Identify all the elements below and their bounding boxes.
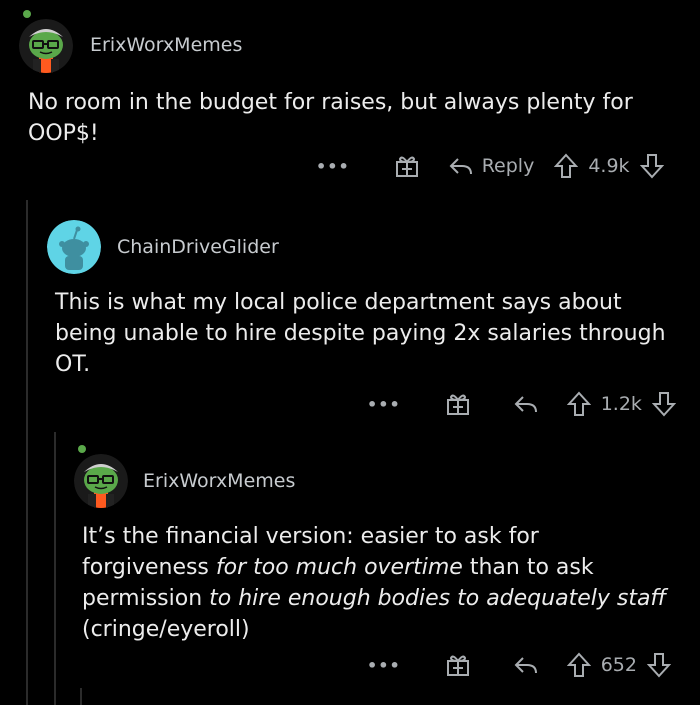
more-options-icon[interactable]: ••• (367, 656, 401, 675)
snoo-glasses-avatar-icon (74, 454, 128, 508)
comment-text: No room in the budget for raises, but al… (28, 90, 633, 146)
username[interactable]: ErixWorxMemes (143, 470, 295, 492)
thread-line-level-3[interactable] (80, 688, 82, 705)
vote-score: 1.2k (600, 393, 642, 415)
text-part-italic: for too much overtime (215, 555, 463, 580)
username[interactable]: ChainDriveGlider (117, 236, 279, 258)
comment-actions: ••• 652 (367, 652, 671, 678)
reply-arrow-icon[interactable] (513, 653, 539, 677)
comment-text: It’s the financial version: easier to as… (82, 521, 672, 645)
username[interactable]: ErixWorxMemes (90, 34, 242, 56)
award-gift-icon[interactable] (445, 391, 471, 417)
downvote-icon[interactable] (646, 652, 671, 678)
more-options-icon[interactable]: ••• (316, 157, 350, 176)
upvote-icon[interactable] (554, 153, 579, 179)
avatar[interactable] (47, 220, 101, 274)
downvote-icon[interactable] (639, 153, 664, 179)
text-part-italic: to hire enough bodies to adequately staf… (209, 586, 667, 611)
reply-arrow-icon[interactable] (448, 154, 474, 178)
award-gift-icon[interactable] (394, 153, 420, 179)
comment-actions: ••• 1.2k (367, 391, 676, 417)
online-dot-icon (78, 445, 86, 453)
reply-button[interactable]: Reply (482, 155, 535, 177)
more-options-icon[interactable]: ••• (367, 395, 401, 414)
vote-score: 4.9k (588, 155, 630, 177)
snoo-glasses-avatar-icon (19, 19, 73, 73)
text-part: (cringe/eyeroll) (82, 617, 250, 642)
avatar[interactable] (74, 454, 128, 508)
award-gift-icon[interactable] (445, 652, 471, 678)
vote-score: 652 (600, 654, 637, 676)
comment-actions: ••• Reply 4.9k (316, 153, 664, 179)
avatar[interactable] (19, 19, 73, 73)
comment-text: This is what my local police department … (55, 290, 666, 377)
upvote-icon[interactable] (566, 391, 591, 417)
thread-line-level-2[interactable] (54, 432, 56, 705)
reply-arrow-icon[interactable] (513, 392, 539, 416)
snoo-default-avatar-icon (47, 220, 101, 274)
online-dot-icon (23, 10, 31, 18)
upvote-icon[interactable] (566, 652, 591, 678)
downvote-icon[interactable] (651, 391, 676, 417)
thread-line-level-1[interactable] (26, 200, 28, 705)
